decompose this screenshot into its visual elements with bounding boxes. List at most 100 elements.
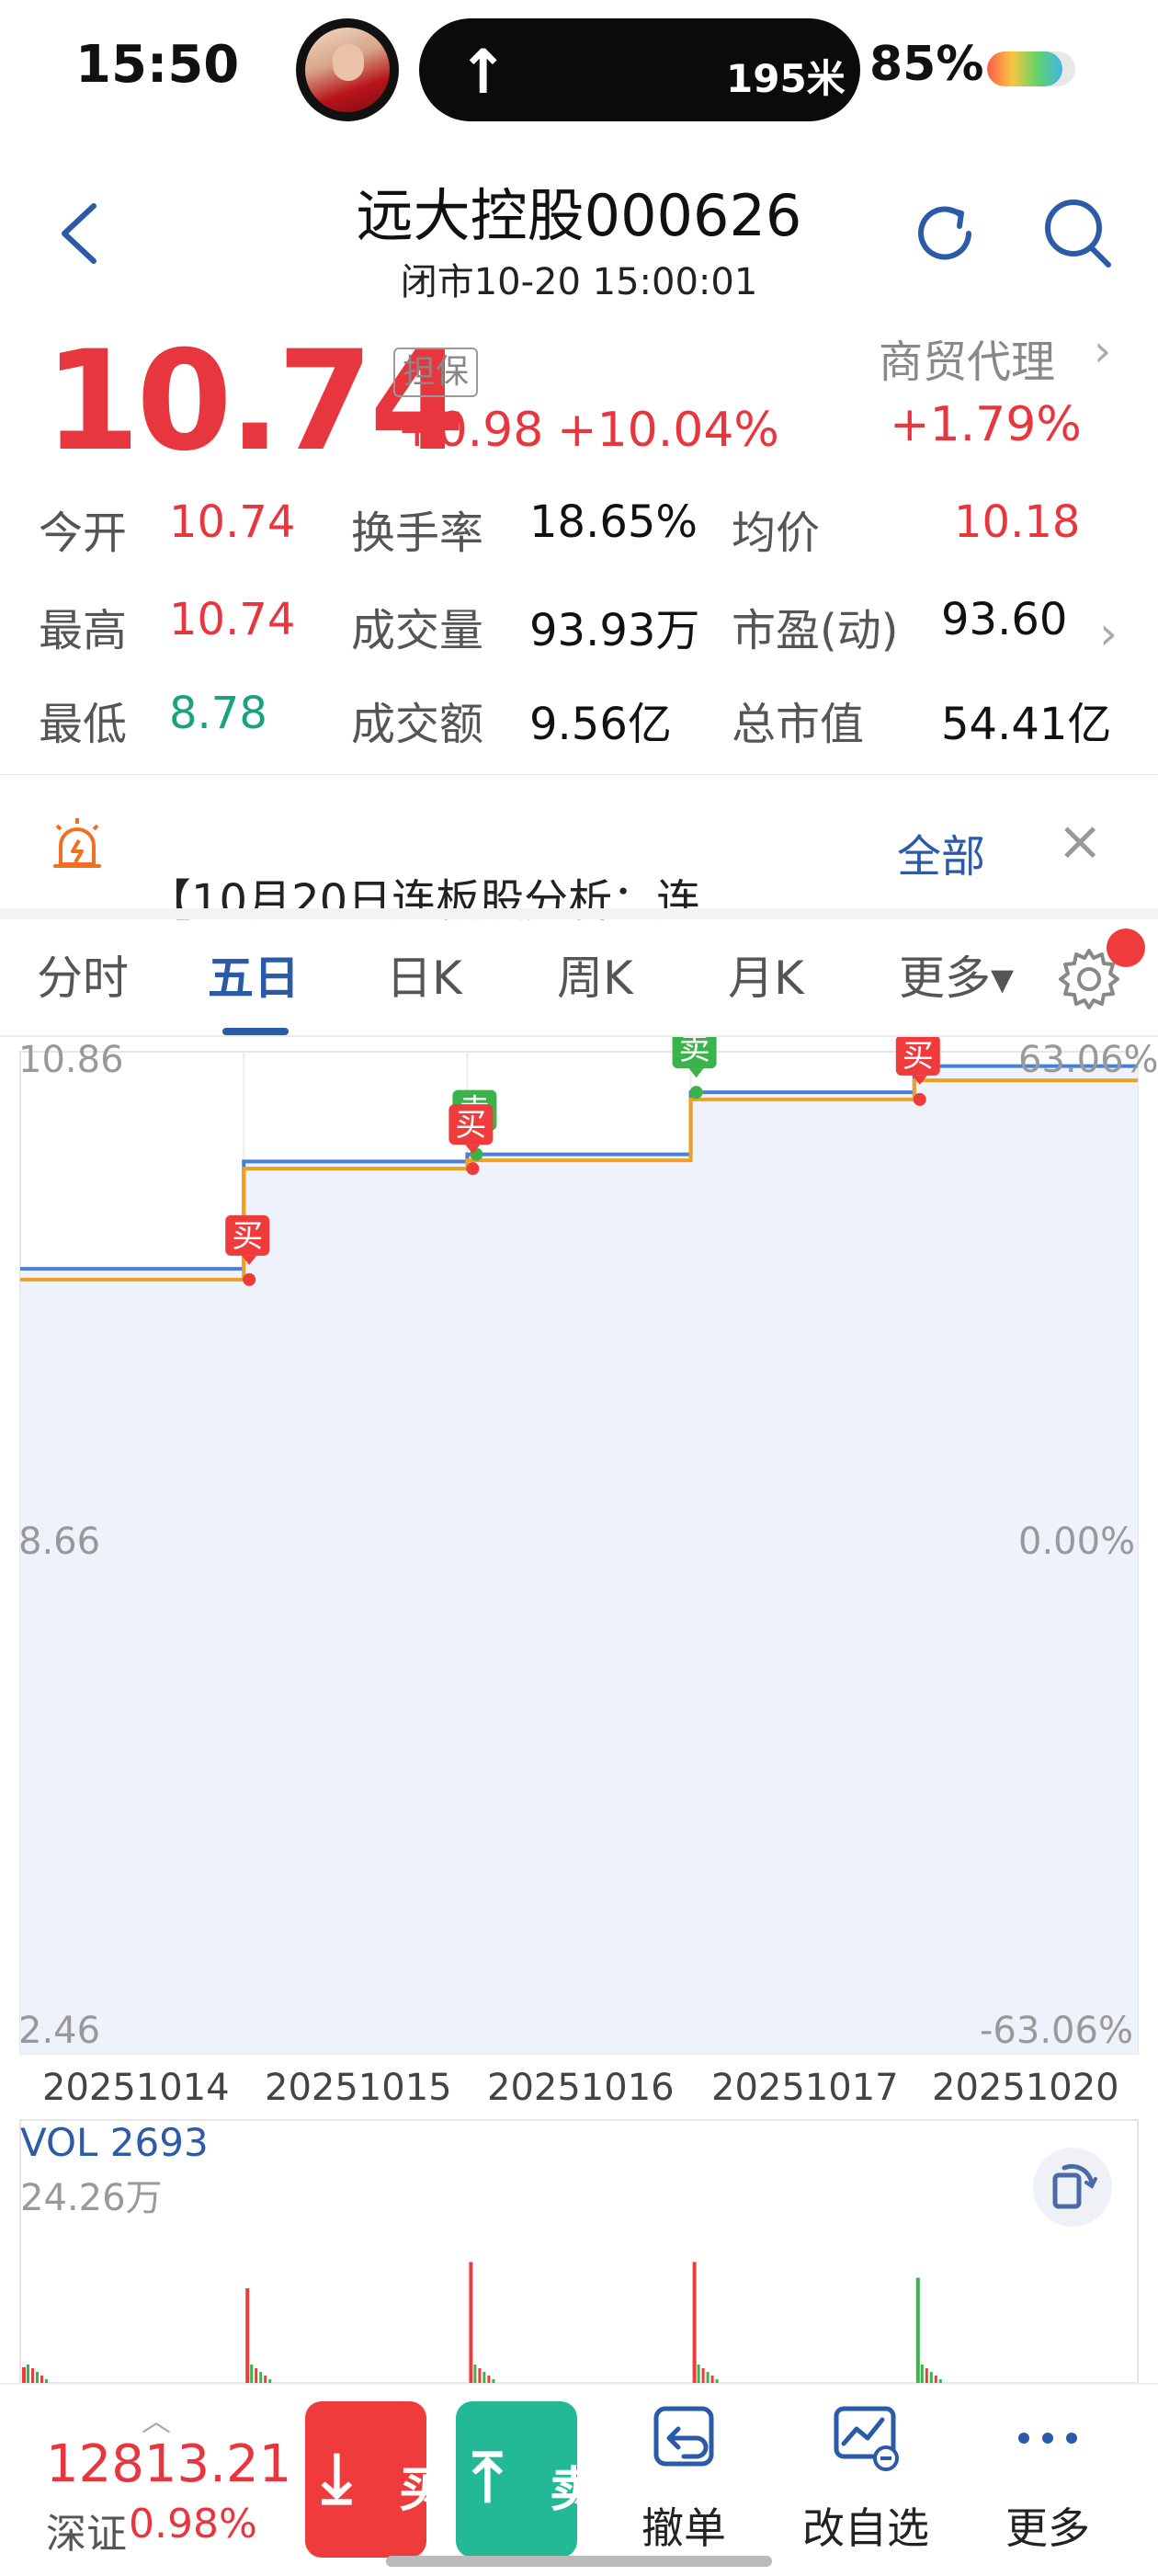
tab-more[interactable]: 更多▾ xyxy=(899,941,1014,1008)
tab-active-indicator xyxy=(222,1028,289,1035)
volume-bar xyxy=(934,2376,937,2383)
tab-intraday[interactable]: 分时 xyxy=(37,941,129,1008)
y-axis-max: 10.86 xyxy=(18,1039,124,1081)
stat-label: 总市值 xyxy=(732,699,865,750)
tab-daily-k[interactable]: 日K xyxy=(386,941,462,1008)
sell-label: 卖 xyxy=(550,2463,577,2518)
date-label: 20251015 xyxy=(265,2067,452,2109)
stat-value: 10.18 xyxy=(954,496,1081,548)
industry-change-percent: +1.79% xyxy=(890,397,1082,452)
volume-bar xyxy=(706,2372,710,2383)
alarm-icon xyxy=(53,818,101,868)
sell-button[interactable]: ⤒ 卖 xyxy=(456,2401,577,2558)
volume-bar xyxy=(22,2366,26,2383)
volume-bar xyxy=(920,2365,924,2383)
battery-icon xyxy=(987,51,1075,86)
volume-bar xyxy=(697,2365,700,2383)
more-button[interactable]: 更多 xyxy=(974,2401,1121,2556)
refresh-icon[interactable] xyxy=(908,197,982,270)
stat-value: 93.60 xyxy=(941,594,1068,645)
home-indicator xyxy=(386,2556,772,2567)
cancel-order-button[interactable]: 撤单 xyxy=(610,2401,757,2556)
divider xyxy=(0,908,1158,919)
volume-bar xyxy=(487,2376,491,2383)
navigation-distance: 195米 xyxy=(726,56,846,101)
volume-bar xyxy=(692,2262,697,2383)
price-change-percent: +10.04% xyxy=(557,403,779,458)
close-icon[interactable]: × xyxy=(1057,809,1103,873)
volume-label: VOL 2693 xyxy=(20,2120,209,2165)
margin-badge: 担保 xyxy=(393,348,479,397)
pct-axis-min: -63.06% xyxy=(980,2010,1133,2052)
rotate-screen-icon[interactable] xyxy=(1033,2148,1112,2227)
stat-value: 93.93万 xyxy=(529,605,700,656)
volume-bar xyxy=(929,2372,933,2383)
sell-arrow-icon: ⤒ xyxy=(472,2438,503,2517)
date-label: 20251016 xyxy=(487,2067,675,2109)
stat-label: 成交量 xyxy=(351,605,484,656)
buy-arrow-icon: ⤓ xyxy=(322,2438,352,2517)
volume-bar xyxy=(245,2288,250,2383)
watchlist-chart-icon xyxy=(834,2406,899,2471)
more-dots-icon xyxy=(1018,2433,1077,2444)
chevron-right-icon[interactable]: › xyxy=(1094,325,1111,377)
edit-watchlist-label: 改自选 xyxy=(802,2503,929,2553)
edit-watchlist-button[interactable]: 改自选 xyxy=(792,2401,939,2556)
stat-value: 10.74 xyxy=(169,496,296,548)
battery-percent: 85% xyxy=(869,37,984,92)
volume-bar xyxy=(36,2372,39,2383)
stat-label: 均价 xyxy=(732,507,821,559)
date-label: 20251020 xyxy=(932,2067,1119,2109)
volume-bar xyxy=(31,2368,34,2383)
index-value[interactable]: 12813.21 xyxy=(46,2434,291,2494)
page-title: 远大控股000626 xyxy=(356,182,802,249)
date-label: 20251014 xyxy=(42,2067,230,2109)
volume-bar xyxy=(40,2376,43,2383)
volume-bar xyxy=(482,2372,486,2383)
cancel-order-label: 撤单 xyxy=(641,2503,726,2553)
stat-value: 10.74 xyxy=(169,594,296,645)
index-name: 深证 xyxy=(46,2511,127,2558)
svg-text:买: 买 xyxy=(903,1038,934,1075)
chevron-right-icon[interactable]: › xyxy=(1099,607,1118,660)
pct-axis-max: 63.06% xyxy=(1018,1039,1158,1081)
live-avatar[interactable] xyxy=(296,18,399,121)
stat-value: 8.78 xyxy=(169,688,267,739)
svg-text:买: 买 xyxy=(455,1107,486,1144)
stat-label: 今开 xyxy=(39,507,128,559)
volume-bar xyxy=(255,2368,258,2383)
tab-weekly-k[interactable]: 周K xyxy=(557,941,633,1008)
volume-bar xyxy=(259,2372,263,2383)
stat-value: 9.56亿 xyxy=(529,699,672,750)
y-axis-mid: 8.66 xyxy=(18,1521,101,1563)
five-day-chart[interactable]: 买卖买卖买 xyxy=(0,1037,1158,2383)
industry-link[interactable]: 商贸代理 xyxy=(879,325,1055,390)
notification-dot xyxy=(1107,929,1145,967)
price-change: +0.98 xyxy=(397,403,544,458)
date-label: 20251017 xyxy=(711,2067,899,2109)
market-status: 闭市10-20 15:00:01 xyxy=(400,261,758,303)
stat-label: 最低 xyxy=(39,699,128,750)
volume-bar xyxy=(469,2262,473,2383)
stat-value: 18.65% xyxy=(529,496,698,548)
tab-five-day[interactable]: 五日 xyxy=(208,941,300,1008)
price-area-fill xyxy=(20,1066,1138,2054)
news-all-link[interactable]: 全部 xyxy=(897,820,985,884)
svg-text:买: 买 xyxy=(232,1218,263,1255)
status-time: 15:50 xyxy=(75,35,240,95)
volume-bar xyxy=(264,2376,267,2383)
pct-axis-mid: 0.00% xyxy=(1018,1521,1136,1563)
buy-button[interactable]: ⤓ 买 xyxy=(305,2401,426,2558)
divider xyxy=(0,774,1158,775)
cancel-order-icon xyxy=(653,2406,714,2467)
more-label: 更多 xyxy=(1005,2503,1090,2553)
avatar-image xyxy=(305,28,390,112)
price-area xyxy=(20,1066,1138,2054)
search-icon[interactable] xyxy=(1039,193,1118,272)
volume-bar xyxy=(701,2368,705,2383)
buy-label: 买 xyxy=(399,2463,426,2518)
stat-value: 54.41亿 xyxy=(941,699,1112,750)
svg-text:卖: 卖 xyxy=(679,1037,710,1067)
tab-monthly-k[interactable]: 月K xyxy=(728,941,804,1008)
volume-bar xyxy=(710,2376,714,2383)
